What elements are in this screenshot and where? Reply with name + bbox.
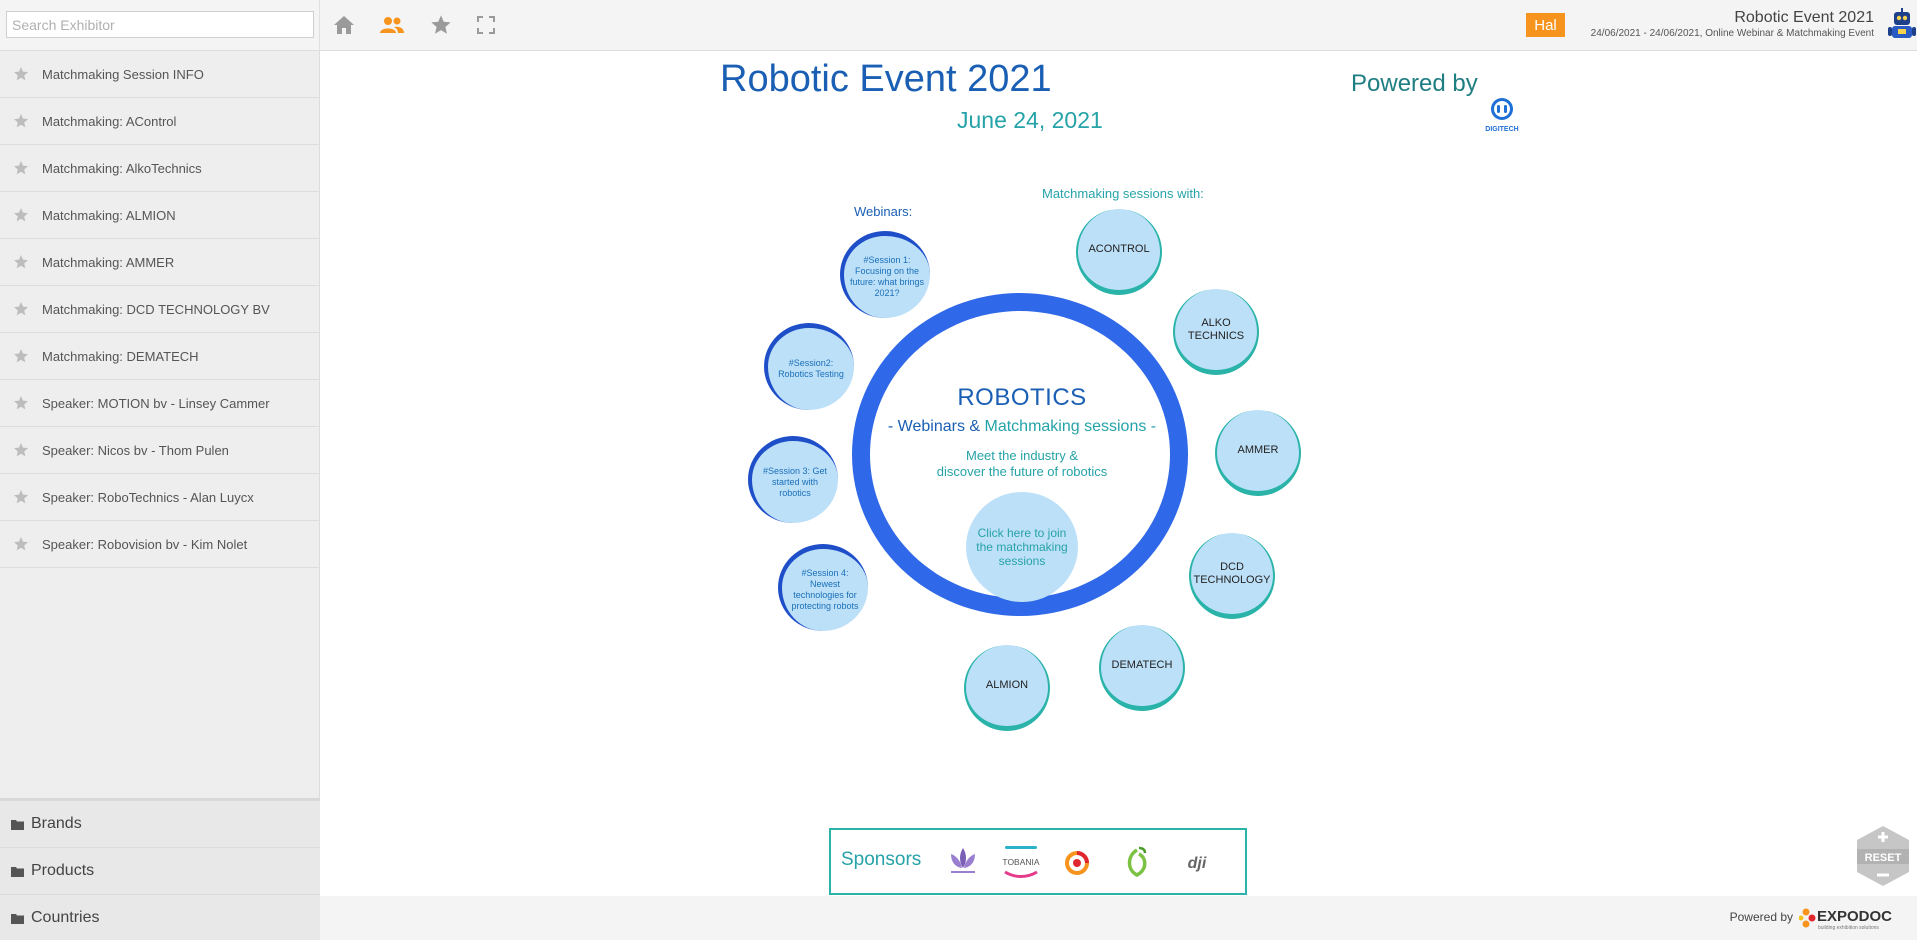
leaf-logo-icon[interactable]: [1117, 844, 1157, 880]
matchmaking-label: Matchmaking sessions with:: [1042, 186, 1204, 201]
sidebar-item-label: Matchmaking: AControl: [42, 113, 177, 129]
hub-subtitle: - Webinars & Matchmaking sessions -: [887, 418, 1157, 435]
filter-label: Products: [31, 862, 95, 879]
powered-by-label: Powered by: [1351, 70, 1478, 97]
star-icon[interactable]: [0, 160, 42, 176]
svg-text:EXPODOC: EXPODOC: [1817, 908, 1892, 925]
digitech-logo: DIGITECH: [1485, 98, 1519, 133]
sidebar-item[interactable]: Matchmaking: AMMER: [0, 239, 320, 286]
folder-icon: [11, 866, 24, 877]
sidebar-item[interactable]: Speaker: RoboTechnics - Alan Luycx: [0, 474, 320, 521]
sponsors-label: Sponsors: [841, 849, 922, 870]
favorites-button[interactable]: [428, 12, 454, 38]
star-icon[interactable]: [0, 489, 42, 505]
fullscreen-button[interactable]: [473, 12, 499, 38]
webinar-session-3[interactable]: #Session 3: Get started with robotics: [748, 436, 838, 523]
folder-icon: [11, 913, 24, 924]
bottom-bar: Powered by EXPODOC building exhibition s…: [320, 896, 1917, 940]
zoom-reset-control[interactable]: RESET: [1854, 824, 1912, 888]
user-badge[interactable]: Hal: [1526, 13, 1565, 37]
sidebar-filters: Brands Products Countries: [0, 798, 320, 940]
robot-avatar-icon[interactable]: [1888, 8, 1916, 42]
hub-title: ROBOTICS: [957, 384, 1087, 411]
filter-label: Brands: [31, 815, 82, 832]
svg-text:building exhibition solutions: building exhibition solutions: [1818, 925, 1879, 931]
star-icon[interactable]: [0, 536, 42, 552]
sidebar-item[interactable]: Matchmaking: DEMATECH: [0, 333, 320, 380]
divider: [319, 0, 320, 51]
sidebar-item-label: Matchmaking Session INFO: [42, 66, 204, 82]
webinar-session-4[interactable]: #Session 4: Newest technologies for prot…: [778, 544, 868, 631]
sidebar-item[interactable]: Matchmaking: AControl: [0, 98, 320, 145]
sidebar-item[interactable]: Matchmaking Session INFO: [0, 51, 320, 98]
matchmaking-ammer[interactable]: AMMER: [1215, 410, 1301, 496]
star-icon[interactable]: [0, 442, 42, 458]
home-icon: [334, 16, 354, 34]
star-icon[interactable]: [0, 301, 42, 317]
expodoc-logo[interactable]: EXPODOC building exhibition solutions: [1799, 902, 1907, 932]
exhibitors-button[interactable]: [379, 12, 405, 38]
filter-countries[interactable]: Countries: [0, 895, 320, 940]
star-icon[interactable]: [0, 254, 42, 270]
people-icon: [380, 17, 404, 33]
star-icon[interactable]: [0, 348, 42, 364]
sidebar-item-label: Matchmaking: AMMER: [42, 254, 175, 270]
exhibitor-sidebar: Matchmaking Session INFO Matchmaking: AC…: [0, 51, 320, 940]
dji-logo-icon[interactable]: dji: [1177, 844, 1217, 880]
star-icon[interactable]: [0, 113, 42, 129]
event-title: Robotic Event 2021: [1734, 9, 1874, 26]
filter-products[interactable]: Products: [0, 848, 320, 895]
hub-tagline: Meet the industry & discover the future o…: [936, 448, 1108, 479]
webinars-label: Webinars:: [854, 204, 913, 219]
lotus-logo-icon[interactable]: [943, 844, 983, 880]
matchmaking-almion[interactable]: ALMION: [964, 645, 1050, 731]
join-matchmaking-button[interactable]: Click here to join the matchmaking sessi…: [966, 492, 1078, 602]
sponsors-banner: Sponsors TOBANIA dji: [829, 828, 1247, 895]
matchmaking-alko-technics[interactable]: ALKO TECHNICS: [1173, 289, 1259, 375]
filter-brands[interactable]: Brands: [0, 801, 320, 848]
star-icon[interactable]: [0, 66, 42, 82]
sidebar-item[interactable]: Matchmaking: DCD TECHNOLOGY BV: [0, 286, 320, 333]
tobania-logo[interactable]: TOBANIA: [997, 844, 1045, 880]
sidebar-item-label: Speaker: Nicos bv - Thom Pulen: [42, 442, 229, 458]
star-icon[interactable]: [0, 395, 42, 411]
sidebar-item-label: Matchmaking: DCD TECHNOLOGY BV: [42, 301, 270, 317]
search-exhibitor-input[interactable]: [6, 11, 314, 38]
folder-icon: [11, 819, 24, 830]
webinar-session-1[interactable]: #Session 1: Focusing on the future: what…: [840, 231, 930, 318]
swirl-logo-icon[interactable]: [1057, 844, 1097, 880]
star-icon: [431, 15, 451, 34]
sidebar-item[interactable]: Speaker: Nicos bv - Thom Pulen: [0, 427, 320, 474]
sidebar-item[interactable]: Speaker: Robovision bv - Kim Nolet: [0, 521, 320, 568]
sidebar-item-label: Speaker: Robovision bv - Kim Nolet: [42, 536, 248, 552]
sidebar-item[interactable]: Matchmaking: ALMION: [0, 192, 320, 239]
event-subtitle: 24/06/2021 - 24/06/2021, Online Webinar …: [1590, 28, 1874, 39]
home-button[interactable]: [331, 12, 357, 38]
svg-text:TOBANIA: TOBANIA: [1002, 857, 1039, 867]
webinar-session-2[interactable]: #Session2: Robotics Testing: [764, 323, 854, 410]
svg-text:RESET: RESET: [1865, 852, 1902, 864]
sidebar-item-label: Speaker: MOTION bv - Linsey Cammer: [42, 395, 270, 411]
sidebar-item[interactable]: Matchmaking: AlkoTechnics: [0, 145, 320, 192]
matchmaking-acontrol[interactable]: ACONTROL: [1076, 209, 1162, 295]
svg-text:DIGITECH: DIGITECH: [1485, 126, 1518, 133]
star-icon[interactable]: [0, 207, 42, 223]
sidebar-item[interactable]: Speaker: MOTION bv - Linsey Cammer: [0, 380, 320, 427]
top-bar: Hal Robotic Event 2021 24/06/2021 - 24/0…: [0, 0, 1917, 51]
filter-label: Countries: [31, 909, 100, 926]
sidebar-item-label: Matchmaking: DEMATECH: [42, 348, 199, 364]
sidebar-item-label: Matchmaking: ALMION: [42, 207, 176, 223]
floorplan-title: Robotic Event 2021: [720, 58, 1052, 100]
floorplan-date: June 24, 2021: [957, 107, 1103, 133]
sidebar-item-label: Speaker: RoboTechnics - Alan Luycx: [42, 489, 254, 505]
fullscreen-icon: [477, 16, 495, 34]
powered-by-footer: Powered by: [1729, 910, 1793, 924]
matchmaking-dematech[interactable]: DEMATECH: [1099, 625, 1185, 711]
svg-text:dji: dji: [1188, 855, 1207, 872]
matchmaking-dcd-technology[interactable]: DCD TECHNOLOGY: [1189, 533, 1275, 619]
sidebar-item-label: Matchmaking: AlkoTechnics: [42, 160, 202, 176]
